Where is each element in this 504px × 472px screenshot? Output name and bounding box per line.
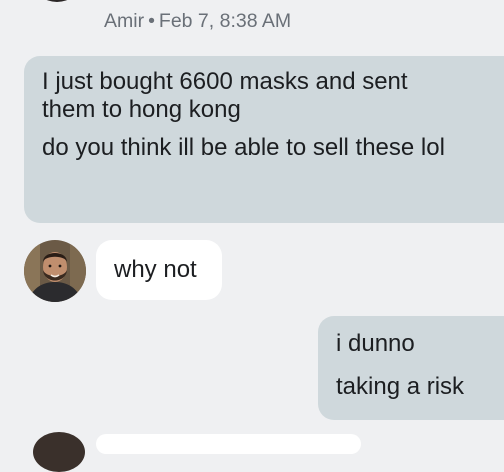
incoming-message-bubble[interactable]: why not: [96, 240, 222, 300]
message-text: do you think ill be able to sell these l…: [42, 134, 445, 162]
message-text: taking a risk: [336, 373, 465, 401]
previous-avatar-partial: [34, 0, 80, 2]
contact-avatar[interactable]: [24, 240, 86, 302]
next-message-bubble-partial: [96, 434, 361, 454]
outgoing-message-bubble[interactable]: I just bought 6600 masks and sent them t…: [24, 56, 504, 223]
contact-avatar-photo-icon: [24, 240, 86, 302]
outgoing-message-bubble[interactable]: i dunno taking a risk: [318, 316, 504, 420]
timestamp: Feb 7, 8:38 AM: [158, 10, 292, 32]
message-text: I just bought 6600 masks and sent them t…: [42, 68, 408, 124]
separator-dot: •: [148, 10, 155, 32]
message-text: why not: [114, 256, 197, 283]
next-avatar-partial: [33, 432, 85, 472]
message-text: i dunno: [336, 330, 415, 357]
sender-name: Amir: [104, 10, 145, 32]
message-group-header: Amir • Feb 7, 8:38 AM: [104, 10, 291, 33]
